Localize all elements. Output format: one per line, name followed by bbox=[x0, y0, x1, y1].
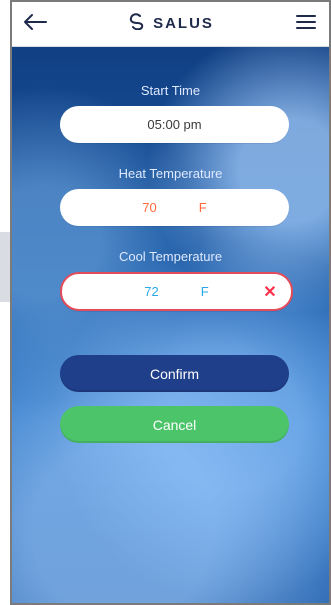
menu-button[interactable] bbox=[289, 10, 323, 38]
start-time-field[interactable]: 05:00 pm bbox=[60, 106, 289, 143]
start-time-label: Start Time bbox=[140, 83, 201, 98]
confirm-button[interactable]: Confirm bbox=[60, 355, 289, 392]
heat-temperature-label: Heat Temperature bbox=[118, 166, 223, 181]
confirm-button-label: Confirm bbox=[149, 365, 199, 382]
start-time-value: 05:00 pm bbox=[147, 117, 202, 132]
cool-temperature-value: 72 bbox=[144, 284, 159, 299]
cool-temperature-unit: F bbox=[200, 284, 209, 299]
app-screen: SALUS Start Time 05:00 pm Heat Temperatu… bbox=[12, 2, 329, 603]
clear-x-icon: ✕ bbox=[263, 283, 277, 301]
clear-cool-temperature-button[interactable]: ✕ bbox=[261, 283, 279, 301]
content-area: Start Time 05:00 pm Heat Temperature 70 … bbox=[12, 46, 329, 603]
heat-temperature-unit: F bbox=[198, 200, 207, 215]
brand-name: SALUS bbox=[153, 14, 214, 32]
heat-temperature-content: 70 F bbox=[60, 200, 289, 215]
brand-logo: SALUS bbox=[12, 12, 329, 34]
hamburger-menu-icon bbox=[295, 13, 317, 36]
cool-temperature-label: Cool Temperature bbox=[118, 249, 223, 264]
cancel-button[interactable]: Cancel bbox=[60, 406, 289, 443]
cool-temperature-field[interactable]: 72 F ✕ bbox=[60, 272, 293, 311]
salus-logo-icon bbox=[127, 12, 147, 34]
top-bar: SALUS bbox=[12, 2, 329, 47]
cool-temperature-content: 72 F bbox=[62, 284, 291, 299]
heat-temperature-field[interactable]: 70 F bbox=[60, 189, 289, 226]
phone-frame: SALUS Start Time 05:00 pm Heat Temperatu… bbox=[10, 0, 331, 605]
cancel-button-label: Cancel bbox=[152, 416, 197, 433]
heat-temperature-value: 70 bbox=[142, 200, 157, 215]
